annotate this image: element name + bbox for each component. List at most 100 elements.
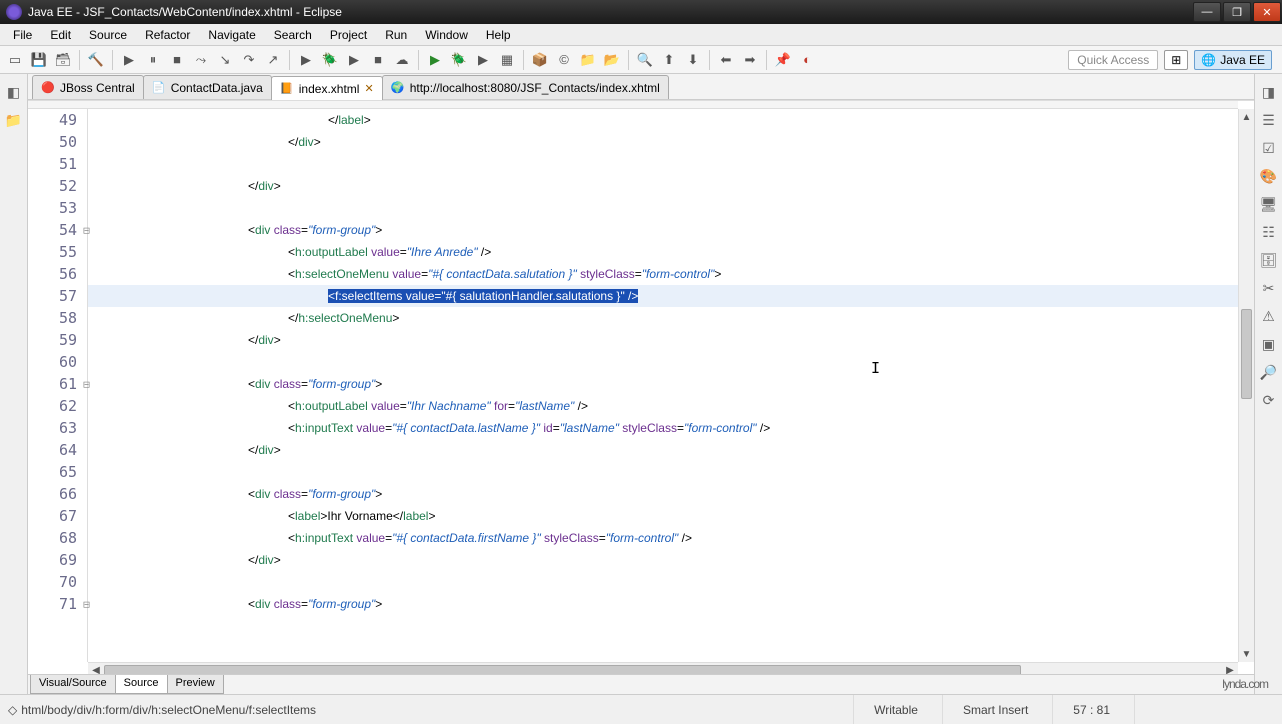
project-explorer-icon[interactable]: 📁 [4, 110, 24, 130]
code-line[interactable]: <div class="form-group"> [88, 373, 1238, 395]
code-line[interactable]: <div class="form-group"> [88, 219, 1238, 241]
code-line[interactable] [88, 571, 1238, 593]
new-folder-button[interactable]: 📁 [577, 49, 599, 71]
code-line[interactable]: </div> [88, 175, 1238, 197]
javaee-perspective-button[interactable]: 🌐 Java EE [1194, 50, 1272, 70]
close-button[interactable]: ✕ [1253, 2, 1281, 22]
menu-window[interactable]: Window [416, 25, 477, 45]
menu-refactor[interactable]: Refactor [136, 25, 199, 45]
line-number[interactable]: 57 [28, 285, 87, 307]
code-line[interactable]: </h:selectOneMenu> [88, 307, 1238, 329]
editor-view-tab-source[interactable]: Source [115, 675, 168, 694]
line-number[interactable]: 61⊟ [28, 373, 87, 395]
code-line[interactable]: </div> [88, 549, 1238, 571]
code-line[interactable]: </div> [88, 329, 1238, 351]
server-debug-button[interactable]: 🪲 [319, 49, 341, 71]
line-number[interactable]: 68 [28, 527, 87, 549]
server-stop-button[interactable]: ■ [367, 49, 389, 71]
editor-tab[interactable]: 📄ContactData.java [143, 75, 272, 99]
code-line[interactable]: <label>Ihr Vorname</label> [88, 505, 1238, 527]
step-into-button[interactable]: ↘ [214, 49, 236, 71]
line-number[interactable]: 58 [28, 307, 87, 329]
new-package-button[interactable]: 📦 [529, 49, 551, 71]
menu-navigate[interactable]: Navigate [199, 25, 264, 45]
code-line[interactable]: </div> [88, 131, 1238, 153]
servers-view-icon[interactable]: 🖥 [1259, 194, 1279, 214]
open-perspective-button[interactable]: ⊞ [1164, 50, 1188, 70]
debug-button[interactable]: 🪲 [448, 49, 470, 71]
line-number[interactable]: 62 [28, 395, 87, 417]
scroll-down-arrow-icon[interactable]: ▼ [1239, 646, 1254, 662]
forward-button[interactable]: ➡ [739, 49, 761, 71]
line-number[interactable]: 70 [28, 571, 87, 593]
scroll-up-arrow-icon[interactable]: ▲ [1239, 109, 1254, 125]
vertical-scrollbar[interactable]: ▲ ▼ [1238, 109, 1254, 662]
step-return-button[interactable]: ↗ [262, 49, 284, 71]
pin-button[interactable]: 📌 [772, 49, 794, 71]
line-number[interactable]: 50 [28, 131, 87, 153]
line-number[interactable]: 64 [28, 439, 87, 461]
code-line[interactable] [88, 197, 1238, 219]
data-source-icon[interactable]: 🗄 [1259, 250, 1279, 270]
code-line[interactable] [88, 461, 1238, 483]
jboss-tools-icon[interactable]: ◐ [796, 49, 818, 71]
line-number[interactable]: 66 [28, 483, 87, 505]
menu-search[interactable]: Search [265, 25, 321, 45]
quick-access-field[interactable]: Quick Access [1068, 50, 1158, 70]
code-line[interactable]: </div> [88, 439, 1238, 461]
code-line[interactable]: <div class="form-group"> [88, 483, 1238, 505]
restore-left-icon[interactable]: ◧ [4, 82, 24, 102]
problems-view-icon[interactable]: ⚠ [1259, 306, 1279, 326]
editor-tab[interactable]: 📙index.xhtml✕ [271, 76, 383, 100]
new-class-button[interactable]: © [553, 49, 575, 71]
code-line[interactable]: <h:selectOneMenu value="#{ contactData.s… [88, 263, 1238, 285]
debug-pause-button[interactable]: ⏸ [142, 49, 164, 71]
search-view-icon[interactable]: 🔎 [1259, 362, 1279, 382]
menu-edit[interactable]: Edit [41, 25, 80, 45]
code-line[interactable]: <h:outputLabel value="Ihre Anrede" /> [88, 241, 1238, 263]
run-last-button[interactable]: ▶ [472, 49, 494, 71]
line-number[interactable]: 63 [28, 417, 87, 439]
snippets-view-icon[interactable]: ✂ [1259, 278, 1279, 298]
editor-tab[interactable]: 🌍http://localhost:8080/JSF_Contacts/inde… [382, 75, 669, 99]
open-type-button[interactable]: 📂 [601, 49, 623, 71]
step-over-button[interactable]: ↷ [238, 49, 260, 71]
line-number[interactable]: 56 [28, 263, 87, 285]
line-number[interactable]: 54⊟ [28, 219, 87, 241]
server-start-button[interactable]: ▶ [295, 49, 317, 71]
menu-file[interactable]: File [4, 25, 41, 45]
code-text-area[interactable]: </label></div></div><div class="form-gro… [88, 109, 1238, 662]
search-button[interactable]: 🔍 [634, 49, 656, 71]
debug-stop-button[interactable]: ■ [166, 49, 188, 71]
maximize-button[interactable]: ❐ [1223, 2, 1251, 22]
server-profile-button[interactable]: ▶ [343, 49, 365, 71]
minimize-button[interactable]: — [1193, 2, 1221, 22]
annotation-prev-button[interactable]: ⬆ [658, 49, 680, 71]
run-button[interactable]: ▶ [424, 49, 446, 71]
code-line[interactable] [88, 351, 1238, 373]
close-tab-icon[interactable]: ✕ [364, 82, 373, 95]
console-view-icon[interactable]: ▣ [1259, 334, 1279, 354]
line-number[interactable]: 69 [28, 549, 87, 571]
progress-view-icon[interactable]: ⟳ [1259, 390, 1279, 410]
line-number[interactable]: 55 [28, 241, 87, 263]
code-line[interactable] [88, 153, 1238, 175]
code-line[interactable]: <h:outputLabel value="Ihr Nachname" for=… [88, 395, 1238, 417]
editor-view-tab-preview[interactable]: Preview [167, 675, 224, 694]
line-number[interactable]: 60 [28, 351, 87, 373]
menu-source[interactable]: Source [80, 25, 136, 45]
publish-button[interactable]: ☁ [391, 49, 413, 71]
restore-right-icon[interactable]: ◨ [1259, 82, 1279, 102]
line-number[interactable]: 59 [28, 329, 87, 351]
line-number[interactable]: 49 [28, 109, 87, 131]
outline-view-icon[interactable]: ☰ [1259, 110, 1279, 130]
code-line[interactable]: <div class="form-group"> [88, 593, 1238, 615]
new-button[interactable]: ▭ [4, 49, 26, 71]
line-number[interactable]: 53 [28, 197, 87, 219]
save-button[interactable]: 💾 [28, 49, 50, 71]
menu-help[interactable]: Help [477, 25, 520, 45]
line-number[interactable]: 51 [28, 153, 87, 175]
menu-run[interactable]: Run [376, 25, 416, 45]
palette-view-icon[interactable]: 🎨 [1259, 166, 1279, 186]
code-line[interactable]: <h:inputText value="#{ contactData.lastN… [88, 417, 1238, 439]
